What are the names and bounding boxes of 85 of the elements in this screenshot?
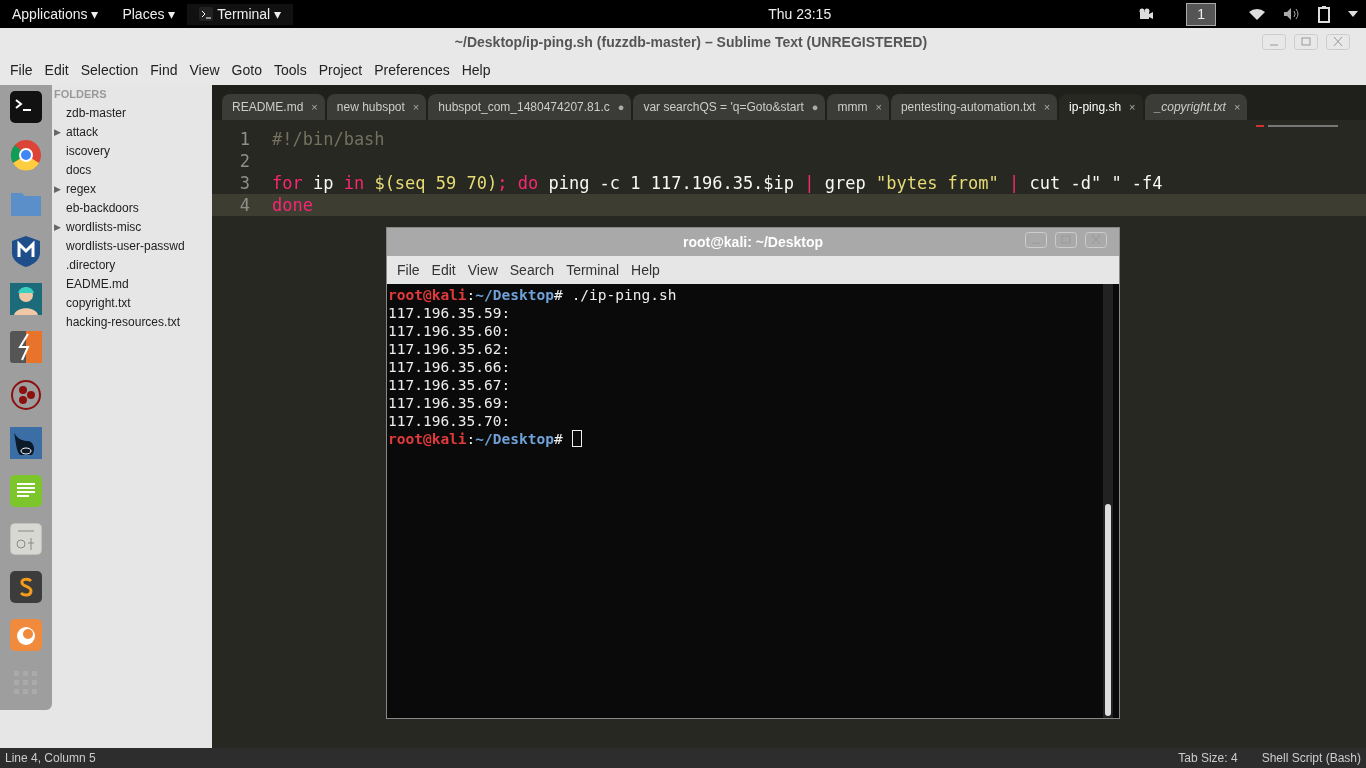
code-line: #!/bin/bash — [271, 128, 385, 150]
panel-menu[interactable]: Terminal ▾ — [187, 3, 294, 25]
sidebar-header: FOLDERS — [54, 87, 108, 102]
output-line: 117.196.35.60: — [388, 323, 511, 339]
expand-arrow[interactable]: ▶ — [54, 180, 66, 199]
code-line: done — [271, 194, 313, 216]
terminal-icon[interactable] — [10, 91, 42, 123]
menu-item[interactable]: View — [461, 259, 504, 281]
lightning-icon[interactable] — [10, 331, 42, 363]
line-number: 2 — [238, 150, 251, 172]
sidebar-item[interactable]: attack — [66, 123, 98, 142]
editor-tab[interactable]: mmm × — [827, 94, 889, 120]
sidebar-item[interactable]: wordlists-misc — [66, 218, 142, 237]
caret-icon[interactable] — [1348, 10, 1358, 18]
menu-item[interactable]: Edit — [425, 259, 462, 281]
menu-item[interactable]: File — [4, 60, 39, 81]
fox-icon[interactable] — [10, 619, 42, 651]
workspace-indicator[interactable]: 1 — [1186, 2, 1216, 26]
output-line: 117.196.35.62: — [388, 341, 511, 357]
editor-tab[interactable]: var searchQS = 'q=Goto&start ● — [633, 94, 826, 120]
avatar-icon[interactable] — [10, 283, 42, 315]
browser-icon[interactable] — [10, 139, 42, 171]
text-cursor — [571, 430, 582, 447]
sidebar-item[interactable]: zdb-master — [66, 104, 127, 123]
menu-item[interactable]: Help — [455, 60, 497, 81]
editor-tab[interactable]: new hubspot × — [326, 94, 427, 120]
clock[interactable]: Thu 23:15 — [768, 5, 832, 22]
menu-item[interactable]: Terminal — [560, 259, 626, 281]
menu-item[interactable]: Project — [312, 60, 369, 81]
menu-item[interactable]: Find — [144, 60, 184, 81]
output-line: 117.196.35.70: — [388, 413, 511, 429]
editor-tab[interactable]: _copyright.txt × — [1144, 94, 1248, 120]
panel-menu[interactable]: Places ▾ — [110, 3, 188, 25]
sidebar-item[interactable]: wordlists-user-passwd — [66, 237, 185, 256]
code-line: for ip in $(seq 59 70); do ping -c 1 117.196.35.$ip | grep "bytes from" | cut -d" " -f4 — [271, 172, 1163, 194]
editor-tab[interactable]: README.md × — [222, 94, 325, 120]
expand-arrow[interactable]: ▶ — [54, 218, 66, 237]
editor-icon[interactable] — [10, 571, 42, 603]
sidebar-item[interactable]: regex — [66, 180, 97, 199]
command-text: ./ip-ping.sh — [571, 287, 677, 303]
output-line: 117.196.35.59: — [388, 305, 511, 321]
sidebar-item[interactable]: .directory — [66, 256, 116, 275]
editor-tab[interactable]: hubspot_com_1480474207.81.c ● — [428, 94, 632, 120]
line-number: 1 — [238, 128, 251, 150]
prompt-line: root@kali:~/Desktop# — [388, 431, 563, 447]
menu-item[interactable]: Preferences — [368, 60, 456, 81]
menu-item[interactable]: Search — [503, 259, 561, 281]
menu-item[interactable]: Goto — [225, 60, 268, 81]
panel-menu[interactable]: Applications ▾ — [0, 3, 111, 25]
sidebar-item[interactable]: iscovery — [66, 142, 110, 161]
sidebar-item[interactable]: hacking-resources.txt — [66, 313, 181, 332]
syntax-mode[interactable]: Shell Script (Bash) — [1261, 749, 1361, 767]
scrollbar[interactable] — [1103, 284, 1113, 718]
menu-item[interactable]: Help — [625, 259, 666, 281]
sidebar-item[interactable]: docs — [66, 161, 92, 180]
circles-icon[interactable] — [10, 379, 42, 411]
wifi-icon[interactable] — [1248, 7, 1266, 21]
output-line: 117.196.35.69: — [388, 395, 511, 411]
editor-tab[interactable]: pentesting-automation.txt × — [890, 94, 1058, 120]
terminal-icon — [199, 7, 214, 21]
output-line: 117.196.35.66: — [388, 359, 511, 375]
menu-item[interactable]: Selection — [74, 60, 145, 81]
tab-size[interactable]: Tab Size: 4 — [1178, 749, 1238, 767]
expand-arrow[interactable]: ▶ — [54, 123, 66, 142]
prompt-line: root@kali:~/Desktop# — [388, 287, 563, 303]
menu-item[interactable]: File — [391, 259, 426, 281]
window-title: ~/Desktop/ip-ping.sh (fuzzdb-master) – Sublime Text (UNREGISTERED) — [453, 32, 929, 52]
line-number: 4 — [238, 194, 251, 216]
sidebar-item[interactable]: EADME.md — [66, 275, 129, 294]
editor-tab[interactable]: ip-ping.sh × — [1059, 94, 1143, 120]
volume-icon[interactable] — [1282, 7, 1300, 21]
menu-item[interactable]: View — [183, 60, 226, 81]
menu-item[interactable]: Edit — [38, 60, 75, 81]
window-title: root@kali: ~/Desktop — [682, 232, 824, 252]
line-number: 3 — [238, 172, 251, 194]
output-line: 117.196.35.67: — [388, 377, 511, 393]
notes-icon[interactable] — [10, 475, 42, 507]
scrollbar-thumb[interactable] — [1105, 504, 1111, 716]
shield-icon[interactable] — [10, 235, 42, 267]
radio-icon[interactable] — [10, 523, 42, 555]
battery-icon[interactable] — [1316, 5, 1332, 23]
cursor-position: Line 4, Column 5 — [5, 750, 97, 767]
menu-item[interactable]: Tools — [267, 60, 313, 81]
sidebar-item[interactable]: eb-backdoors — [66, 199, 139, 218]
sidebar-item[interactable]: copyright.txt — [66, 294, 131, 313]
